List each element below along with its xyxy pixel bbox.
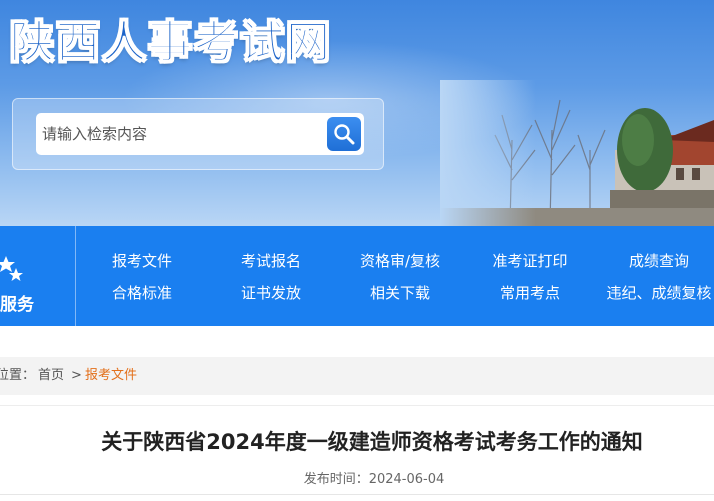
breadcrumb: 位置： 首页 > 报考文件: [0, 357, 714, 395]
nav-item-related-downloads[interactable]: 相关下载: [370, 282, 430, 303]
nav-item-exam-registration[interactable]: 考试报名: [241, 250, 301, 271]
header-banner: 陕西人事考试网: [0, 0, 714, 226]
campus-scenery-image: [440, 80, 714, 226]
nav-item-passing-standard[interactable]: 合格标准: [112, 282, 172, 303]
nav-item-exam-documents[interactable]: 报考文件: [112, 250, 172, 271]
nav-item-admission-ticket-print[interactable]: 准考证打印: [492, 250, 567, 271]
nav-item-violation-score-recheck[interactable]: 违纪、成绩复核: [606, 282, 711, 303]
magnifier-icon: [334, 124, 355, 145]
search-button[interactable]: [327, 117, 361, 151]
service-block: 服务: [0, 226, 76, 326]
search-input[interactable]: [36, 113, 364, 155]
nav-item-score-query[interactable]: 成绩查询: [629, 250, 689, 271]
publish-date-label: 发布时间：: [303, 472, 369, 487]
breadcrumb-separator: >: [71, 368, 82, 383]
site-title: 陕西人事考试网: [10, 17, 332, 69]
breadcrumb-current-link[interactable]: 报考文件: [85, 357, 137, 395]
article-panel: 关于陕西省2024年度一级建造师资格考试考务工作的通知 发布时间：2024-06…: [0, 405, 714, 501]
search-box: [12, 98, 384, 170]
nav-item-certificate-issuance[interactable]: 证书发放: [241, 282, 301, 303]
nav-item-qualification-review[interactable]: 资格审/复核: [360, 250, 440, 271]
breadcrumb-prefix: 位置：: [0, 368, 36, 383]
divider: [0, 494, 714, 495]
main-navbar: 服务 报考文件 考试报名 资格审/复核 准考证打印 成绩查询 合格标准 证书发放…: [0, 226, 714, 326]
article-publish-date: 发布时间：2024-06-04: [0, 468, 714, 487]
article-title: 关于陕西省2024年度一级建造师资格考试考务工作的通知: [101, 430, 643, 454]
publish-date-value: 2024-06-04: [368, 472, 445, 487]
stars-icon: [0, 256, 23, 281]
nav-item-common-test-sites[interactable]: 常用考点: [500, 282, 560, 303]
breadcrumb-home-link[interactable]: 首页: [38, 357, 64, 395]
service-label: 服务: [0, 295, 34, 315]
